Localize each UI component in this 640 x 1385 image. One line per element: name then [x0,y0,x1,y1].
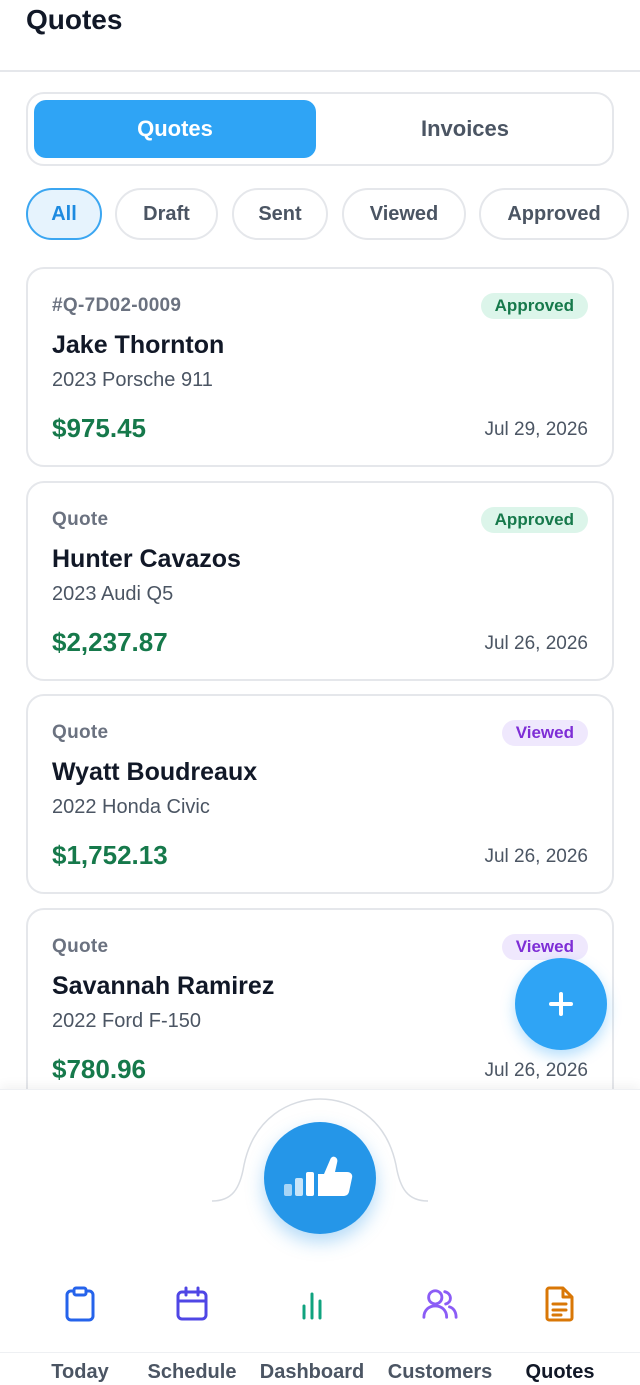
filter-chip-approved[interactable]: Approved [479,188,629,240]
page-title: Quotes [26,4,123,35]
quote-date: Jul 26, 2026 [484,633,588,654]
quote-id: Quote [52,722,109,743]
vehicle: 2023 Audi Q5 [52,583,174,605]
users-icon [422,1286,458,1322]
document-icon [542,1286,578,1322]
quote-amount: $780.96 [52,1054,146,1084]
quote-date: Jul 26, 2026 [484,846,588,867]
tab-label: Customers [387,1361,493,1383]
quote-id: #Q-7D02-0009 [52,295,182,316]
clipboard-icon [62,1286,98,1322]
tab-today[interactable]: Today [16,1270,144,1385]
customer-name: Savannah Ramirez [52,972,275,1000]
status-badge: Approved [480,293,588,319]
add-quote-button[interactable] [515,958,607,1050]
tab-schedule[interactable]: Schedule [128,1270,256,1385]
status-badge: Viewed [501,720,588,746]
customer-name: Jake Thornton [52,331,225,359]
status-badge: Approved [480,507,588,533]
quote-amount: $975.45 [52,413,146,443]
quote-card[interactable]: Quote Approved Hunter Cavazos 2023 Audi … [26,481,614,681]
feedback-center-button[interactable] [264,1122,376,1234]
segment-quotes[interactable]: Quotes [34,100,316,158]
tab-dashboard[interactable]: Dashboard [248,1270,376,1385]
customer-name: Hunter Cavazos [52,545,241,573]
quotes-invoices-toggle: Quotes Invoices [26,92,614,166]
page-header: Quotes [0,0,640,72]
tab-label: Schedule [147,1361,237,1383]
status-badge: Viewed [501,934,588,960]
bar-chart-icon [294,1286,330,1322]
tab-label: Today [51,1361,109,1383]
tab-label: Dashboard [259,1361,365,1383]
quote-date: Jul 29, 2026 [484,419,588,440]
quote-amount: $1,752.13 [52,840,168,870]
vehicle: 2022 Ford F-150 [52,1010,201,1032]
filter-chip-sent[interactable]: Sent [232,188,328,240]
quote-date: Jul 26, 2026 [484,1060,588,1081]
filter-chip-all[interactable]: All [26,188,102,240]
filter-chip-viewed[interactable]: Viewed [342,188,466,240]
tab-quotes[interactable]: Quotes [496,1270,624,1385]
vehicle: 2022 Honda Civic [52,796,210,818]
thumbs-up-chart-icon [284,1156,353,1196]
segment-invoices[interactable]: Invoices [324,100,606,158]
tab-customers[interactable]: Customers [376,1270,504,1385]
quote-list: #Q-7D02-0009 Approved Jake Thornton 2023… [26,267,614,1089]
tab-label: Quotes [525,1361,595,1383]
quote-card[interactable]: #Q-7D02-0009 Approved Jake Thornton 2023… [26,267,614,467]
quote-card[interactable]: Quote Viewed Wyatt Boudreaux 2022 Honda … [26,694,614,894]
quote-amount: $2,237.87 [52,627,168,657]
calendar-icon [174,1286,210,1322]
vehicle: 2023 Porsche 911 [52,369,213,391]
quote-id: Quote [52,509,109,530]
customer-name: Wyatt Boudreaux [52,758,258,786]
filter-chip-draft[interactable]: Draft [115,188,218,240]
quote-id: Quote [52,936,109,957]
plus-icon [549,992,573,1016]
